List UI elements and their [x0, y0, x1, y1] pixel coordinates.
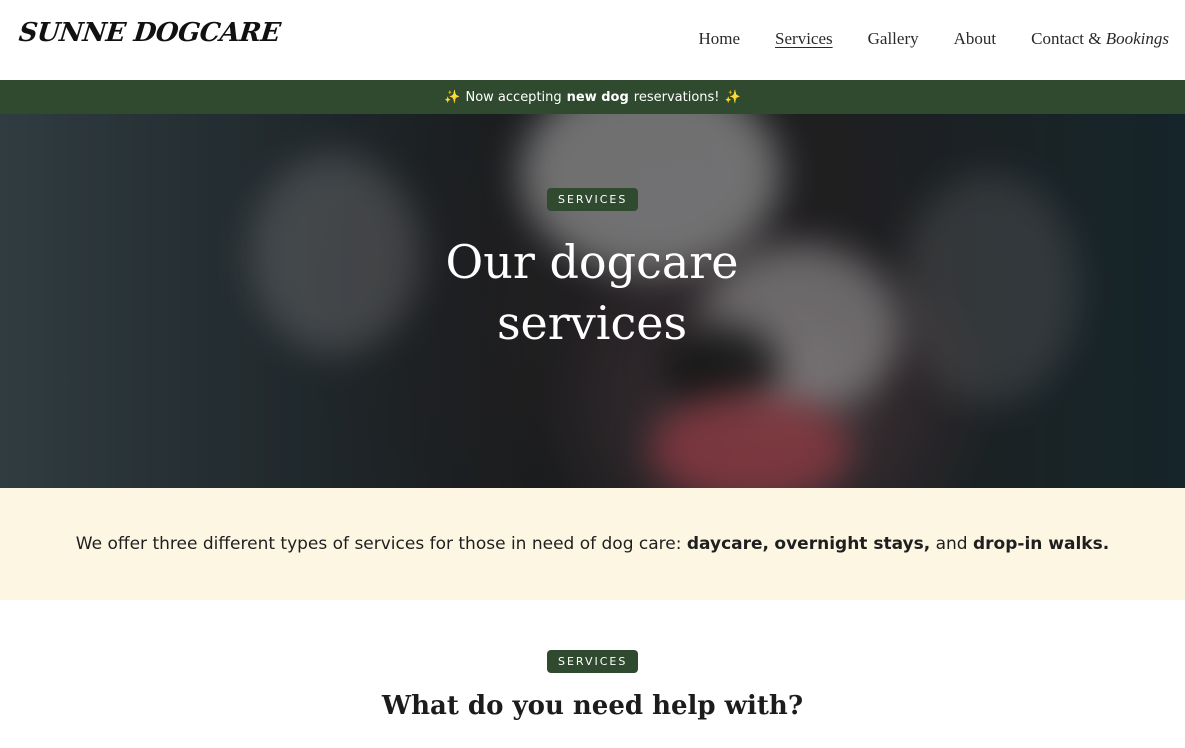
- nav-gallery[interactable]: Gallery: [868, 29, 919, 49]
- services-badge: SERVICES: [547, 650, 639, 673]
- nav-contact-label: Contact &: [1031, 29, 1106, 48]
- hero-title: Our dogcare services: [392, 232, 792, 354]
- announcement-text-before: Now accepting: [465, 89, 562, 105]
- main-nav: Home Services Gallery About Contact & Bo…: [698, 29, 1169, 49]
- nav-home[interactable]: Home: [698, 29, 740, 49]
- service-daycare: daycare,: [686, 534, 770, 554]
- service-overnight: overnight stays,: [774, 534, 931, 554]
- hero-badge: SERVICES: [547, 188, 639, 211]
- intro-band: We offer three different types of servic…: [0, 488, 1185, 600]
- service-dropin: drop-in walks.: [973, 534, 1110, 554]
- hero-title-line1: Our dogcare: [445, 235, 739, 289]
- sparkle-icon: ✨: [724, 89, 741, 105]
- nav-bookings-label: Bookings: [1105, 29, 1169, 48]
- services-heading: What do you need help with?: [381, 691, 804, 721]
- site-header: Sunne Dogcare Home Services Gallery Abou…: [0, 0, 1185, 80]
- nav-contact-bookings[interactable]: Contact & Bookings: [1031, 29, 1169, 49]
- hero-banner: SERVICES Our dogcare services: [0, 114, 1185, 488]
- intro-and: and: [935, 534, 968, 554]
- announcement-text-after: reservations!: [633, 89, 720, 105]
- nav-about[interactable]: About: [954, 29, 997, 49]
- site-logo[interactable]: Sunne Dogcare: [17, 18, 281, 48]
- intro-sentence: We offer three different types of servic…: [75, 534, 682, 554]
- nav-services[interactable]: Services: [775, 29, 833, 49]
- intro-text: We offer three different types of servic…: [76, 534, 1109, 554]
- sparkle-icon: ✨: [444, 89, 461, 105]
- announcement-bar: ✨ Now accepting new dog reservations! ✨: [0, 80, 1185, 114]
- announcement-text-bold: new dog: [566, 89, 629, 105]
- hero-title-line2: services: [496, 296, 688, 350]
